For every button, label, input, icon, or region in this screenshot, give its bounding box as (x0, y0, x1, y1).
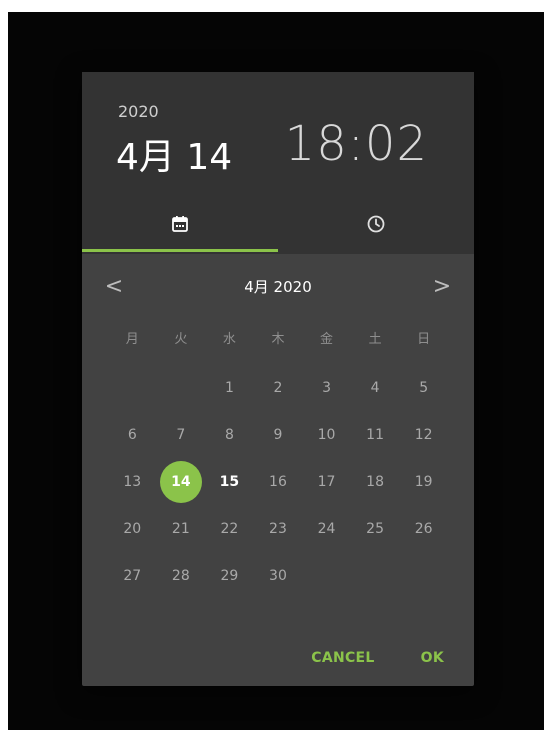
day-number: 5 (419, 379, 429, 396)
weekday-label: 火 (174, 332, 188, 347)
day-cell[interactable]: 30 (254, 552, 303, 599)
day-number: 30 (269, 567, 287, 584)
day-cell[interactable]: 29 (205, 552, 254, 599)
day-number: 23 (269, 520, 287, 537)
day-number: 7 (176, 426, 186, 443)
day-number: 15 (219, 473, 240, 490)
day-number: 20 (123, 520, 142, 537)
day-cell[interactable]: 28 (157, 552, 206, 599)
day-cell[interactable]: 16 (254, 458, 303, 505)
weekday-header-row: 月 火 水 木 金 土 日 (108, 328, 448, 347)
chevron-right-icon: > (432, 273, 452, 299)
day-cell[interactable]: 25 (351, 505, 400, 552)
day-cell[interactable]: 4 (351, 364, 400, 411)
selected-day-cell[interactable]: 14 (157, 458, 206, 505)
weekday-label: 金 (320, 332, 334, 347)
day-cell[interactable]: 23 (254, 505, 303, 552)
day-number: 2 (273, 379, 283, 396)
weekday-label: 月 (125, 332, 139, 347)
cancel-button[interactable]: CANCEL (311, 650, 374, 666)
day-number: 11 (366, 426, 384, 443)
day-cell[interactable]: 6 (108, 411, 157, 458)
day-number: 13 (123, 473, 142, 490)
day-grid: 1 2 3 4 5 6 7 8 9 10 11 12 13 14 15 16 17 18 19 20 21 22 23 24 2… (108, 364, 448, 599)
day-number: 22 (220, 520, 239, 537)
next-month-button[interactable]: > (424, 268, 460, 304)
day-cell[interactable]: 5 (399, 364, 448, 411)
selected-time[interactable]: 18:02 (285, 116, 428, 172)
weekday-label: 木 (271, 332, 285, 347)
day-cell[interactable]: 13 (108, 458, 157, 505)
weekday-label: 日 (417, 332, 431, 347)
day-number: 12 (414, 426, 433, 443)
active-tab-indicator (82, 249, 278, 252)
weekday-label: 土 (368, 332, 382, 347)
day-cell[interactable]: 11 (351, 411, 400, 458)
ok-button[interactable]: OK (421, 650, 444, 666)
day-cell[interactable]: 7 (157, 411, 206, 458)
weekday-label: 水 (222, 332, 236, 347)
day-cell[interactable]: 26 (399, 505, 448, 552)
day-cell[interactable]: 1 (205, 364, 254, 411)
day-number: 4 (370, 379, 380, 396)
day-cell[interactable]: 19 (399, 458, 448, 505)
day-number: 27 (123, 567, 142, 584)
day-number: 25 (366, 520, 384, 537)
day-cell[interactable]: 20 (108, 505, 157, 552)
day-number: 14 (159, 460, 202, 503)
empty-day-cell (108, 364, 157, 411)
selected-date[interactable]: 4月 14 (116, 128, 232, 180)
day-number: 24 (317, 520, 336, 537)
tab-date[interactable] (82, 198, 278, 250)
day-number: 9 (273, 426, 283, 443)
day-number: 21 (171, 520, 190, 537)
day-number: 6 (127, 426, 137, 443)
day-cell[interactable]: 24 (302, 505, 351, 552)
clock-icon (367, 215, 385, 233)
day-number: 10 (317, 426, 336, 443)
day-cell[interactable]: 18 (351, 458, 400, 505)
day-cell[interactable]: 3 (302, 364, 351, 411)
day-number: 19 (414, 473, 433, 490)
day-cell[interactable]: 2 (254, 364, 303, 411)
day-number: 28 (171, 567, 190, 584)
day-number: 16 (269, 473, 287, 490)
empty-day-cell (157, 364, 206, 411)
day-cell[interactable]: 10 (302, 411, 351, 458)
day-number: 18 (366, 473, 384, 490)
day-number: 1 (224, 379, 234, 396)
day-cell[interactable]: 17 (302, 458, 351, 505)
tab-time[interactable] (278, 198, 474, 250)
day-cell[interactable]: 27 (108, 552, 157, 599)
picker-header: 2020 4月 14 18:02 (82, 72, 474, 254)
day-number: 3 (322, 379, 331, 396)
day-number: 8 (224, 426, 234, 443)
dialog-actions: CANCEL OK (311, 650, 444, 666)
day-cell[interactable]: 22 (205, 505, 254, 552)
today-day-cell[interactable]: 15 (205, 458, 254, 505)
day-number: 29 (220, 567, 239, 584)
day-cell[interactable]: 12 (399, 411, 448, 458)
day-cell[interactable]: 8 (205, 411, 254, 458)
month-year-label: 4月 2020 (244, 278, 312, 296)
day-cell[interactable]: 9 (254, 411, 303, 458)
day-cell[interactable]: 21 (157, 505, 206, 552)
day-number: 17 (317, 473, 336, 490)
selected-year[interactable]: 2020 (118, 102, 159, 121)
day-number: 26 (414, 520, 433, 537)
calendar-icon (172, 216, 188, 232)
date-time-picker-dialog: 2020 4月 14 18:02 < 4月 2020 > 月 火 水 木 金 土… (82, 72, 474, 686)
